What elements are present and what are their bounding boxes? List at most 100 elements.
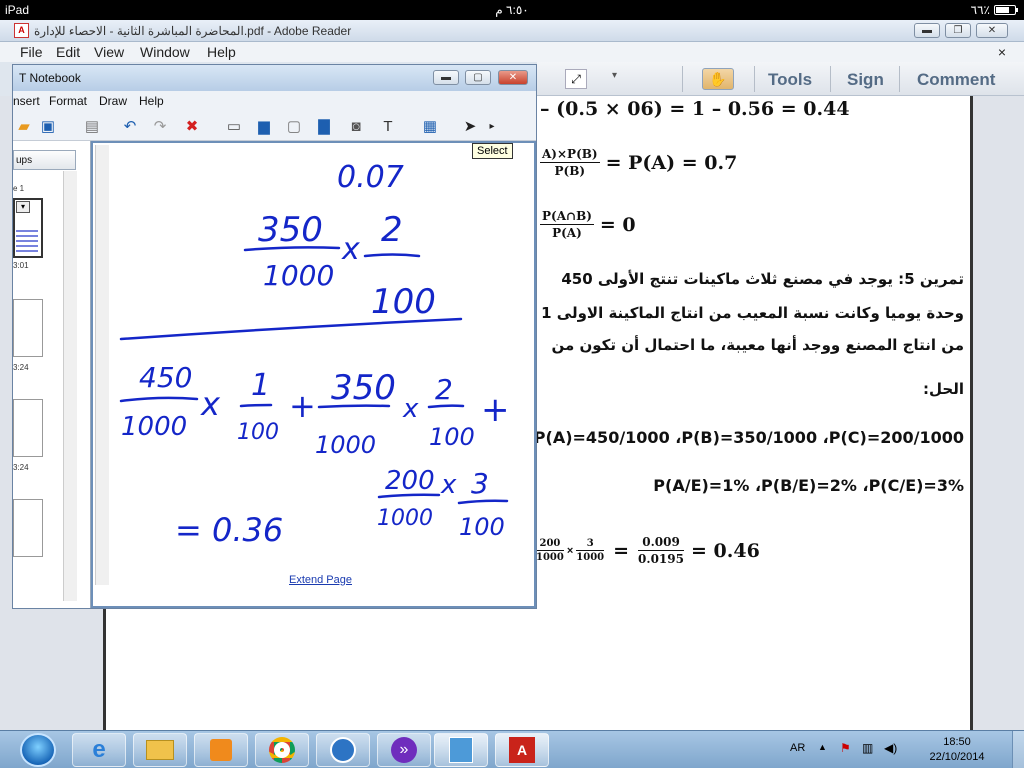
handwriting-plus: + [481,390,510,430]
fraction-denominator: P(B) [554,164,586,178]
paste-icon[interactable]: ▤ [81,115,103,137]
fraction-bar-8 [457,499,509,505]
chrome-button[interactable] [255,733,309,767]
notebook-taskbar-button[interactable] [434,733,488,767]
comment-button[interactable]: Comment [917,70,995,90]
volume-icon[interactable]: ◀) [884,741,897,755]
fraction-numerator: A)×P(B) [540,147,600,163]
media-player-button[interactable] [194,733,248,767]
sidebar-scrollbar[interactable] [63,171,77,601]
select-arrow-icon[interactable]: ➤ [459,115,481,137]
notebook-icon [449,737,473,763]
notebook-menu-bar: nsert Format Draw Help [13,91,536,111]
app-button[interactable] [316,733,370,767]
menu-format[interactable]: Format [49,94,87,108]
adobe-pdf-icon: A [14,23,29,38]
save-icon[interactable]: ▣ [37,115,59,137]
sign-button[interactable]: Sign [847,70,884,90]
menu-help[interactable]: Help [207,44,236,60]
handwriting-result: = 0.36 [175,511,283,549]
toolbar-divider [899,66,900,92]
media-icon [210,739,232,761]
display-icon[interactable]: ▇ [313,115,335,137]
show-hidden-icons[interactable]: ▲ [818,742,827,752]
page-thumbnail[interactable] [13,299,43,357]
notebook-toolbar: ▰ ▣ ▤ ↶ ↷ ✖ ▭ ▆ ▢ ▇ ◙ T ▦ ➤ ▸ [13,111,536,141]
fraction-numerator: 200 [536,537,564,551]
menu-file[interactable]: File [20,44,43,60]
language-indicator[interactable]: AR [790,742,805,754]
network-icon[interactable]: ▥ [862,741,873,755]
menu-help[interactable]: Help [139,94,164,108]
chrome-icon [269,737,295,763]
chevron-right-icon[interactable]: ▸ [481,115,503,137]
adobe-reader-taskbar-button[interactable]: A [495,733,549,767]
handwriting-layer: 0.07 350 1000 x 2 100 450 1000 x 1 100 +… [119,160,510,549]
equation-3-result: = 0 [599,213,636,236]
exercise-line-3: من انتاج المصنع ووجد أنها معيبة، ما احتم… [551,336,964,354]
menu-edit[interactable]: Edit [56,44,80,60]
clock-date[interactable]: 22/10/2014 [922,751,992,763]
show-desktop-button[interactable] [1012,731,1024,768]
close-button[interactable]: ✕ [976,23,1008,38]
menu-window[interactable]: Window [140,44,190,60]
restore-button[interactable]: ❐ [945,23,971,38]
page-sorter-sidebar: ups e 1 ▾ 3:01 3:24 3:24 [13,141,91,608]
app-button[interactable]: » [377,733,431,767]
capture-icon[interactable]: ▢ [283,115,305,137]
equation-3-fraction: P(A∩B) P(A) [540,208,594,241]
reader-title-bar: A المحاضرة المباشرة الثانية - الاحصاء لل… [0,20,1024,42]
fraction-numerator: 3 [576,537,605,551]
chevron-down-icon[interactable]: ▾ [612,70,617,81]
delete-icon[interactable]: ✖ [181,115,203,137]
adobe-reader-icon: A [509,737,535,763]
internet-explorer-button[interactable]: e [72,733,126,767]
monitor-icon[interactable]: ▆ [253,115,275,137]
minimize-button[interactable]: ▬ [914,23,940,38]
table-icon[interactable]: ▦ [419,115,441,137]
menu-view[interactable]: View [94,44,124,60]
page-thumbnail-selected[interactable]: ▾ [13,198,43,258]
page-thumbnail[interactable] [13,499,43,557]
start-button[interactable] [20,733,56,767]
handwriting-denominator: 1000 [263,259,334,292]
notebook-minimize-button[interactable]: ▬ [433,70,459,85]
undo-icon[interactable]: ↶ [119,115,141,137]
solution-heading: الحل: [923,380,964,398]
clock-time[interactable]: 18:50 [932,736,982,748]
menu-draw[interactable]: Draw [99,94,127,108]
reader-menu-bar: File Edit View Window Help × [0,42,1024,62]
notebook-title-bar: T Notebook ▬ ▢ ✕ [13,65,536,91]
screen-shade-icon[interactable]: ▭ [223,115,245,137]
notebook-close-button[interactable]: ✕ [498,70,528,85]
camera-icon[interactable]: ◙ [345,115,367,137]
extend-page-link[interactable]: Extend Page [289,574,352,586]
internet-explorer-icon: e [92,736,106,763]
pdf-equation-3: P(A∩B) P(A) = 0 [540,208,636,241]
fraction-bar-2 [363,253,421,258]
file-explorer-button[interactable] [133,733,187,767]
redo-icon[interactable]: ↷ [149,115,171,137]
groups-button[interactable]: ups [13,150,76,170]
text-tool-icon[interactable]: T [377,115,399,137]
whiteboard-canvas[interactable]: 0.07 350 1000 x 2 100 450 1000 x 1 100 +… [91,141,536,608]
menu-insert[interactable]: nsert [13,94,40,108]
handwriting-denominator: 100 [459,513,505,541]
flag-icon[interactable]: ⚑ [840,741,851,755]
open-folder-icon[interactable]: ▰ [13,115,35,137]
tools-button[interactable]: Tools [768,70,812,90]
page-thumbnail[interactable] [13,399,43,457]
fraction-denominator: 1000 [536,552,564,563]
thumbnail-dropdown-icon[interactable]: ▾ [16,201,30,213]
close-document-icon[interactable]: × [998,44,1006,60]
notebook-restore-button[interactable]: ▢ [465,70,491,85]
handwriting-numerator: 2 [381,210,403,250]
fit-page-icon[interactable]: ⤢ [565,69,587,89]
app-icon [330,737,356,763]
hand-tool-icon[interactable]: ✋ [702,68,734,90]
fraction-denominator: 0.0195 [638,552,684,566]
equation-2-fraction: A)×P(B) P(B) [540,146,600,179]
conditional-probabilities: P(A/E)=1% ،P(B/E)=2% ،P(C/E)=3% [653,476,964,495]
prior-probabilities: P(A)=450/1000 ،P(B)=350/1000 ،P(C)=200/1… [533,428,964,447]
fraction-bar-5 [317,404,391,409]
